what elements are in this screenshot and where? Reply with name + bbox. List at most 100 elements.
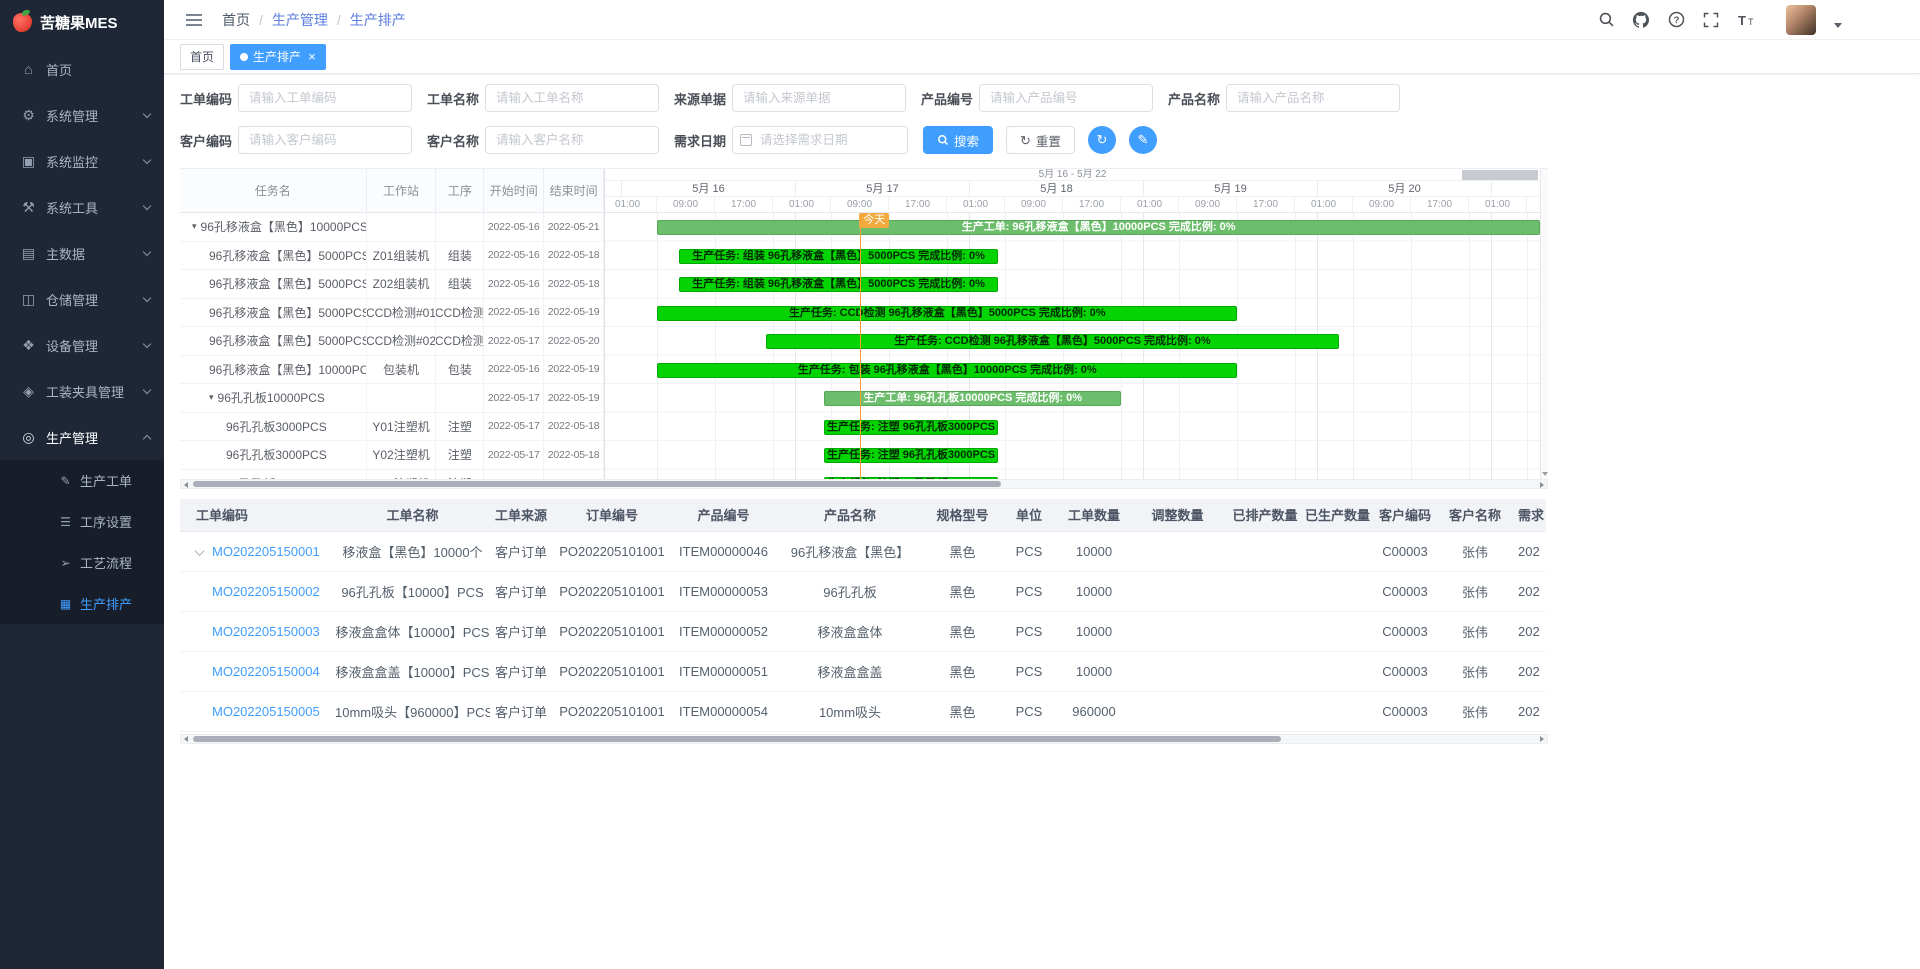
gantt-hscroll-thumb[interactable] (193, 481, 1001, 487)
customer-code-input[interactable] (238, 126, 412, 154)
sidebar-item-production[interactable]: ◎生产管理 (0, 414, 164, 460)
sidebar-item-warehouse[interactable]: ◫仓储管理 (0, 276, 164, 322)
cell-po: PO202205101001 (552, 571, 672, 611)
table-row[interactable]: MO20220515000296孔孔板【10000】PCS客户订单PO20220… (180, 571, 1546, 611)
table-row[interactable]: MO202205150001移液盒【黑色】10000个客户订单PO2022051… (180, 531, 1546, 571)
workstation-cell: CCD检测#02 (367, 327, 437, 356)
orders-horizontal-scrollbar[interactable] (180, 734, 1548, 744)
gantt-table-row[interactable]: 96孔孔板3000PCSY01注塑机注塑2022-05-172022-05-18 (180, 413, 604, 442)
order-code-link[interactable]: MO202205150003 (212, 624, 320, 639)
cell-name: 96孔孔板【10000】PCS (335, 571, 490, 611)
gantt-table-row[interactable]: 96孔移液盒【黑色】5000PCSCCD检测#02CCD检测2022-05-17… (180, 327, 604, 356)
timeline-hour-cell: 17:00 (1063, 197, 1121, 213)
sidebar-item-work-order[interactable]: ✎生产工单 (0, 460, 164, 501)
product-name-input[interactable] (1226, 84, 1400, 112)
scroll-left-arrow-icon[interactable] (184, 736, 188, 742)
source-doc-input[interactable] (732, 84, 906, 112)
order-code-link[interactable]: MO202205150005 (212, 704, 320, 719)
sidebar-item-process-settings[interactable]: ☰工序设置 (0, 501, 164, 542)
font-size-icon[interactable]: TT (1735, 9, 1757, 31)
gantt-vertical-scrollbar[interactable] (1540, 169, 1548, 479)
cell-item: ITEM00000053 (672, 571, 775, 611)
gantt-table-row[interactable]: 96孔移液盒【黑色】5000PCSCCD检测#01CCD检测2022-05-16… (180, 299, 604, 328)
cell-po: PO202205101001 (552, 651, 672, 691)
refresh-data-button[interactable]: ↻ (1088, 126, 1116, 154)
menu-fold-icon[interactable] (183, 9, 205, 31)
product-code-input[interactable] (979, 84, 1153, 112)
work-order-code-input[interactable] (238, 84, 412, 112)
cell-product: 10mm吸头 (775, 691, 925, 731)
github-icon[interactable] (1630, 9, 1652, 31)
search-button[interactable]: 搜索 (923, 126, 993, 154)
sidebar-item-system[interactable]: ⚙系统管理 (0, 92, 164, 138)
orders-hscroll-thumb[interactable] (193, 736, 1281, 742)
cell-code: MO202205150005 (180, 691, 335, 731)
gantt-table-row[interactable]: 96孔移液盒【黑色】5000PCSZ01组装机组装2022-05-162022-… (180, 242, 604, 271)
cell-spec: 黑色 (925, 651, 1000, 691)
scroll-left-arrow-icon[interactable] (184, 482, 188, 488)
cell-adjust (1130, 691, 1225, 731)
work-order-name-input[interactable] (485, 84, 659, 112)
scroll-down-arrow-icon[interactable] (1542, 472, 1548, 476)
chevron-down-icon[interactable] (195, 546, 205, 556)
user-caret-icon[interactable] (1834, 23, 1842, 28)
avatar[interactable] (1786, 5, 1816, 35)
gantt-table-row[interactable]: 96孔移液盒【黑色】5000PCSZ02组装机组装2022-05-162022-… (180, 270, 604, 299)
sidebar-item-monitor[interactable]: ▣系统监控 (0, 138, 164, 184)
gantt-table-row[interactable]: 96孔孔板3000PCSY02注塑机注塑2022-05-172022-05-18 (180, 441, 604, 470)
cell-produced (1305, 571, 1370, 611)
gantt-horizontal-scrollbar[interactable] (180, 479, 1548, 489)
help-icon[interactable]: ? (1665, 9, 1687, 31)
scroll-right-arrow-icon[interactable] (1540, 736, 1544, 742)
breadcrumb-item[interactable]: 生产管理 (272, 10, 328, 30)
gantt-bar[interactable]: 生产工单: 96孔移液盒【黑色】10000PCS 完成比例: 0% (657, 220, 1540, 235)
end-time-cell: 2022-05-18 (544, 441, 604, 470)
gantt-bar[interactable]: 生产任务: 组装 96孔移液盒【黑色】5000PCS 完成比例: 0% (679, 277, 998, 292)
gantt-bar[interactable]: 生产任务: CCD检测 96孔移液盒【黑色】5000PCS 完成比例: 0% (766, 334, 1339, 349)
table-row[interactable]: MO202205150004移液盒盒盖【10000】PCS客户订单PO20220… (180, 651, 1546, 691)
demand-date-input[interactable] (732, 126, 908, 154)
customer-name-input[interactable] (485, 126, 659, 154)
caret-down-icon[interactable]: ▾ (192, 221, 197, 232)
gantt-table-row[interactable]: 96孔移液盒【黑色】10000PCS包装机包装2022-05-162022-05… (180, 356, 604, 385)
gantt-bar[interactable]: 生产工单: 96孔孔板10000PCS 完成比例: 0% (824, 391, 1121, 406)
sidebar-item-tools[interactable]: ⚒系统工具 (0, 184, 164, 230)
gantt-bar[interactable]: 生产任务: CCD检测 96孔移液盒【黑色】5000PCS 完成比例: 0% (657, 306, 1237, 321)
process-cell: 注塑 (436, 413, 484, 442)
sidebar-item-scheduling[interactable]: ▦生产排产 (0, 583, 164, 624)
gantt-chart: 任务名工作站工序开始时间结束时间 ▾96孔移液盒【黑色】10000PCS2022… (180, 168, 1548, 479)
cell-name: 移液盒盒盖【10000】PCS (335, 651, 490, 691)
cell-source: 客户订单 (490, 611, 552, 651)
sidebar-item-fixture[interactable]: ◈工装夹具管理 (0, 368, 164, 414)
order-code-link[interactable]: MO202205150001 (212, 544, 320, 559)
edit-button[interactable]: ✎ (1129, 126, 1157, 154)
scroll-right-arrow-icon[interactable] (1540, 482, 1544, 488)
gantt-bar[interactable]: 生产任务: 注塑 96孔孔板3000PCS 完成 (824, 420, 998, 435)
search-icon[interactable] (1595, 9, 1617, 31)
gantt-bar[interactable]: 生产任务: 包装 96孔移液盒【黑色】10000PCS 完成比例: 0% (657, 363, 1237, 378)
gantt-bar[interactable]: 生产任务: 注塑 96孔孔板3000PCS 完成 (824, 448, 998, 463)
sidebar-item-process-flow[interactable]: ➢工艺流程 (0, 542, 164, 583)
cell-customer-name: 张伟 (1440, 571, 1510, 611)
tab-home[interactable]: 首页 (180, 44, 224, 70)
order-code-link[interactable]: MO202205150004 (212, 664, 320, 679)
breadcrumb-item[interactable]: 生产排产 (350, 10, 406, 30)
sidebar-item-master-data[interactable]: ▤主数据 (0, 230, 164, 276)
tab-close-icon[interactable]: × (308, 50, 316, 63)
tab-scheduling[interactable]: 生产排产× (230, 44, 326, 70)
table-row[interactable]: MO202205150003移液盒盒体【10000】PCS客户订单PO20220… (180, 611, 1546, 651)
fullscreen-icon[interactable] (1700, 9, 1722, 31)
sidebar-item-home[interactable]: ⌂首页 (0, 46, 164, 92)
gantt-table-row[interactable]: ▾96孔孔板10000PCS2022-05-172022-05-19 (180, 384, 604, 413)
gantt-bar[interactable]: 生产任务: 组装 96孔移液盒【黑色】5000PCS 完成比例: 0% (679, 249, 998, 264)
sidebar-item-equipment[interactable]: ❖设备管理 (0, 322, 164, 368)
workstation-cell: CCD检测#01 (367, 299, 437, 328)
timeline-scroll-thumb[interactable] (1462, 170, 1538, 180)
reset-button[interactable]: ↻ 重置 (1006, 126, 1075, 154)
breadcrumb-item[interactable]: 首页 (222, 10, 250, 30)
table-row[interactable]: MO20220515000510mm吸头【960000】PCS客户订单PO202… (180, 691, 1546, 731)
gantt-table-row[interactable]: ▾96孔移液盒【黑色】10000PCS2022-05-162022-05-21 (180, 213, 604, 242)
caret-down-icon[interactable]: ▾ (209, 392, 214, 403)
order-code-link[interactable]: MO202205150002 (212, 584, 320, 599)
cell-demand: 202 (1510, 531, 1546, 571)
